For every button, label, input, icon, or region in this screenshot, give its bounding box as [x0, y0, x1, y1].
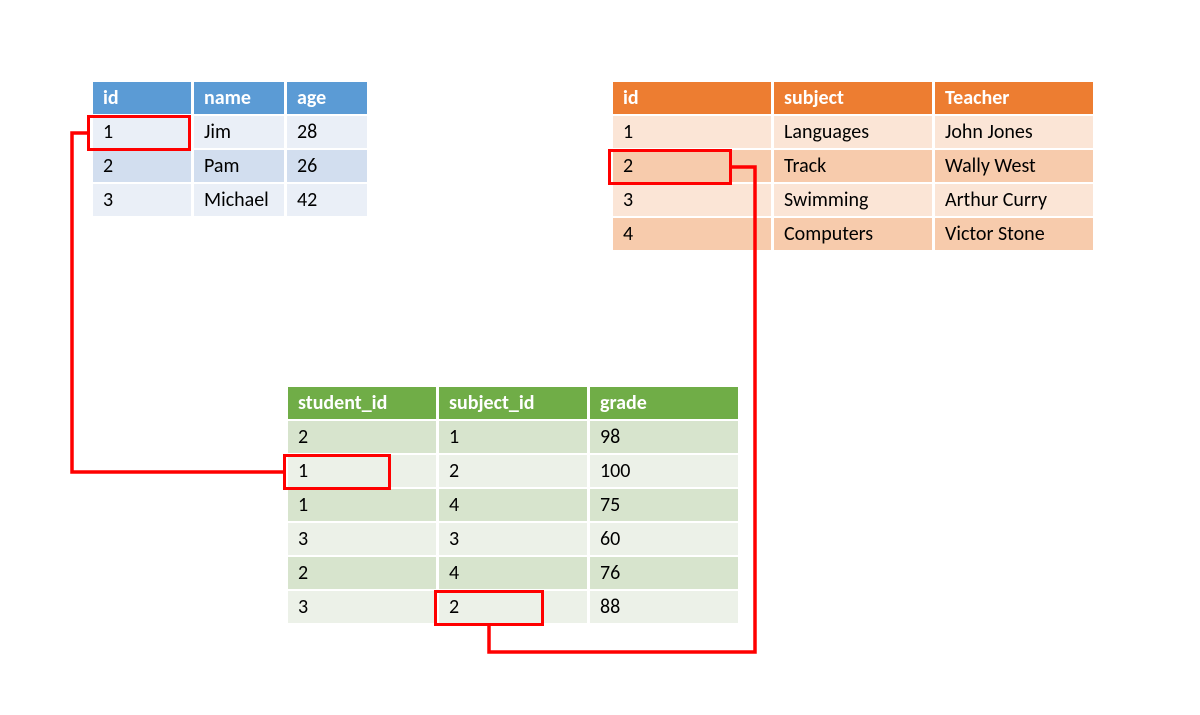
grades-cell-studentid: 3 [288, 523, 436, 555]
table-row: 3 2 88 [288, 591, 738, 623]
subjects-cell-id: 4 [613, 218, 771, 250]
subjects-cell-id: 2 [613, 150, 771, 182]
subjects-table: id subject Teacher 1 Languages John Jone… [610, 80, 1096, 252]
table-row: 4 Computers Victor Stone [613, 218, 1093, 250]
table-row: 3 3 60 [288, 523, 738, 555]
subjects-cell-subject: Track [774, 150, 932, 182]
grades-cell-subjectid: 4 [439, 489, 587, 521]
table-row: 1 Jim 28 [93, 116, 367, 148]
grades-cell-grade: 75 [590, 489, 738, 521]
subjects-cell-teacher: John Jones [935, 116, 1093, 148]
students-cell-name: Pam [194, 150, 284, 182]
subjects-cell-id: 1 [613, 116, 771, 148]
students-header-name: name [194, 82, 284, 114]
grades-cell-subjectid: 2 [439, 455, 587, 487]
grades-cell-grade: 98 [590, 421, 738, 453]
students-cell-name: Jim [194, 116, 284, 148]
subjects-cell-subject: Computers [774, 218, 932, 250]
subjects-cell-subject: Swimming [774, 184, 932, 216]
grades-header-row: student_id subject_id grade [288, 387, 738, 419]
grades-cell-studentid: 3 [288, 591, 436, 623]
grades-cell-grade: 100 [590, 455, 738, 487]
grades-cell-subjectid: 1 [439, 421, 587, 453]
students-cell-age: 26 [287, 150, 367, 182]
students-table: id name age 1 Jim 28 2 Pam 26 3 Michael … [90, 80, 370, 218]
grades-header-studentid: student_id [288, 387, 436, 419]
grades-header-subjectid: subject_id [439, 387, 587, 419]
students-cell-name: Michael [194, 184, 284, 216]
students-header-row: id name age [93, 82, 367, 114]
subjects-header-id: id [613, 82, 771, 114]
grades-cell-grade: 76 [590, 557, 738, 589]
students-header-id: id [93, 82, 191, 114]
grades-cell-grade: 60 [590, 523, 738, 555]
grades-cell-subjectid: 4 [439, 557, 587, 589]
grades-table: student_id subject_id grade 2 1 98 1 2 1… [285, 385, 741, 625]
subjects-header-subject: subject [774, 82, 932, 114]
subjects-cell-teacher: Victor Stone [935, 218, 1093, 250]
subjects-header-teacher: Teacher [935, 82, 1093, 114]
table-row: 2 4 76 [288, 557, 738, 589]
students-cell-age: 42 [287, 184, 367, 216]
table-row: 3 Swimming Arthur Curry [613, 184, 1093, 216]
grades-cell-studentid: 2 [288, 421, 436, 453]
grades-cell-subjectid: 2 [439, 591, 587, 623]
grades-cell-studentid: 1 [288, 489, 436, 521]
subjects-cell-subject: Languages [774, 116, 932, 148]
grades-cell-studentid: 2 [288, 557, 436, 589]
subjects-cell-teacher: Arthur Curry [935, 184, 1093, 216]
grades-cell-grade: 88 [590, 591, 738, 623]
table-row: 1 2 100 [288, 455, 738, 487]
subjects-cell-id: 3 [613, 184, 771, 216]
table-row: 2 Pam 26 [93, 150, 367, 182]
grades-cell-subjectid: 3 [439, 523, 587, 555]
table-row: 1 4 75 [288, 489, 738, 521]
subjects-cell-teacher: Wally West [935, 150, 1093, 182]
students-cell-age: 28 [287, 116, 367, 148]
table-row: 2 Track Wally West [613, 150, 1093, 182]
grades-cell-studentid: 1 [288, 455, 436, 487]
students-cell-id: 2 [93, 150, 191, 182]
table-row: 3 Michael 42 [93, 184, 367, 216]
grades-header-grade: grade [590, 387, 738, 419]
students-cell-id: 1 [93, 116, 191, 148]
subjects-header-row: id subject Teacher [613, 82, 1093, 114]
students-header-age: age [287, 82, 367, 114]
table-row: 2 1 98 [288, 421, 738, 453]
students-cell-id: 3 [93, 184, 191, 216]
table-row: 1 Languages John Jones [613, 116, 1093, 148]
